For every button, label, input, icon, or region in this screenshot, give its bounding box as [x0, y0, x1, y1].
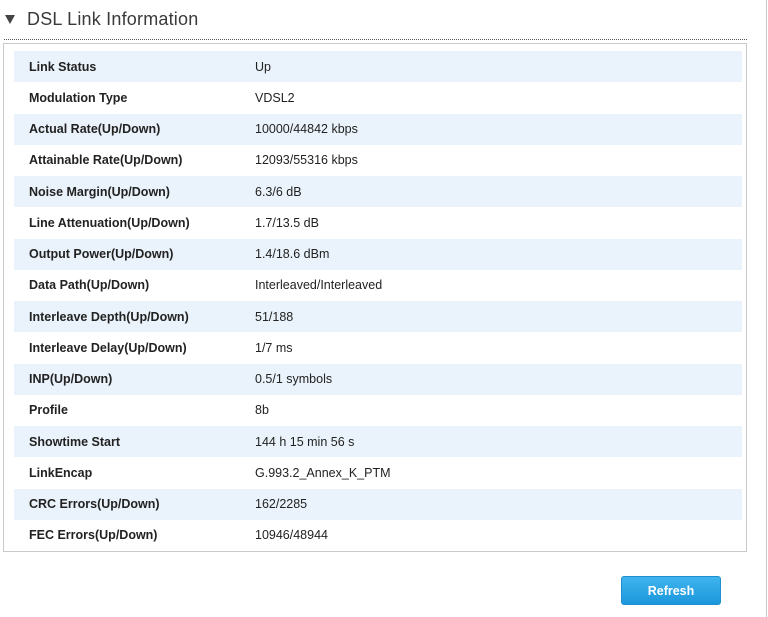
header-divider — [4, 39, 747, 40]
dsl-info-table: Link Status Up Modulation Type VDSL2 Act… — [14, 51, 742, 551]
row-value: 6.3/6 dB — [255, 184, 302, 199]
table-row-link-status: Link Status Up — [14, 51, 742, 83]
row-value: 162/2285 — [255, 497, 308, 512]
row-label: Output Power(Up/Down) — [29, 247, 174, 262]
row-value: 1.4/18.6 dBm — [255, 247, 330, 262]
row-value: G.993.2_Annex_K_PTM — [255, 465, 391, 480]
row-label: CRC Errors(Up/Down) — [29, 497, 160, 512]
row-value: 1/7 ms — [255, 340, 293, 355]
collapse-caret-icon[interactable] — [5, 15, 15, 24]
row-label: Profile — [29, 403, 68, 418]
row-label: INP(Up/Down) — [29, 372, 113, 387]
table-row-interleave-delay: Interleave Delay(Up/Down) 1/7 ms — [14, 332, 742, 363]
table-row-noise-margin: Noise Margin(Up/Down) 6.3/6 dB — [14, 176, 742, 208]
table-row-output-power: Output Power(Up/Down) 1.4/18.6 dBm — [14, 238, 742, 270]
section-header[interactable]: DSL Link Information — [0, 0, 760, 40]
row-label: Interleave Delay(Up/Down) — [29, 340, 187, 355]
row-value: 10000/44842 kbps — [255, 122, 358, 137]
table-row-profile: Profile 8b — [14, 395, 742, 426]
section-title: DSL Link Information — [27, 9, 199, 29]
row-value: 51/188 — [255, 309, 294, 324]
row-value: VDSL2 — [255, 90, 295, 105]
row-label: Line Attenuation(Up/Down) — [29, 215, 190, 230]
table-row-link-encap: LinkEncap G.993.2_Annex_K_PTM — [14, 457, 742, 488]
table-row-actual-rate: Actual Rate(Up/Down) 10000/44842 kbps — [14, 113, 742, 145]
row-label: Link Status — [29, 59, 97, 74]
dsl-info-panel: Link Status Up Modulation Type VDSL2 Act… — [3, 43, 747, 552]
row-value: 8b — [255, 403, 269, 418]
table-row-inp: INP(Up/Down) 0.5/1 symbols — [14, 363, 742, 395]
row-value: Interleaved/Interleaved — [255, 278, 383, 293]
row-label: Actual Rate(Up/Down) — [29, 122, 161, 137]
window-edge — [766, 0, 767, 617]
refresh-button[interactable]: Refresh — [621, 576, 721, 605]
row-value: 10946/48944 — [255, 528, 328, 543]
row-label: Modulation Type — [29, 90, 128, 105]
row-label: Showtime Start — [29, 434, 120, 449]
row-label: Data Path(Up/Down) — [29, 278, 150, 293]
row-value: 144 h 15 min 56 s — [255, 434, 355, 449]
table-row-attainable-rate: Attainable Rate(Up/Down) 12093/55316 kbp… — [14, 145, 742, 176]
table-row-crc-errors: CRC Errors(Up/Down) 162/2285 — [14, 488, 742, 520]
row-value: 1.7/13.5 dB — [255, 215, 319, 230]
row-label: LinkEncap — [29, 465, 93, 480]
table-row-showtime-start: Showtime Start 144 h 15 min 56 s — [14, 426, 742, 458]
row-value: Up — [255, 59, 271, 74]
row-label: Noise Margin(Up/Down) — [29, 184, 170, 199]
table-row-data-path: Data Path(Up/Down) Interleaved/Interleav… — [14, 270, 742, 301]
table-row-fec-errors: FEC Errors(Up/Down) 10946/48944 — [14, 520, 742, 551]
table-row-line-attenuation: Line Attenuation(Up/Down) 1.7/13.5 dB — [14, 207, 742, 238]
table-row-modulation-type: Modulation Type VDSL2 — [14, 82, 742, 113]
row-value: 12093/55316 kbps — [255, 153, 358, 168]
row-value: 0.5/1 symbols — [255, 372, 333, 387]
row-label: FEC Errors(Up/Down) — [29, 528, 158, 543]
table-row-interleave-depth: Interleave Depth(Up/Down) 51/188 — [14, 301, 742, 333]
row-label: Attainable Rate(Up/Down) — [29, 153, 183, 168]
row-label: Interleave Depth(Up/Down) — [29, 309, 189, 324]
